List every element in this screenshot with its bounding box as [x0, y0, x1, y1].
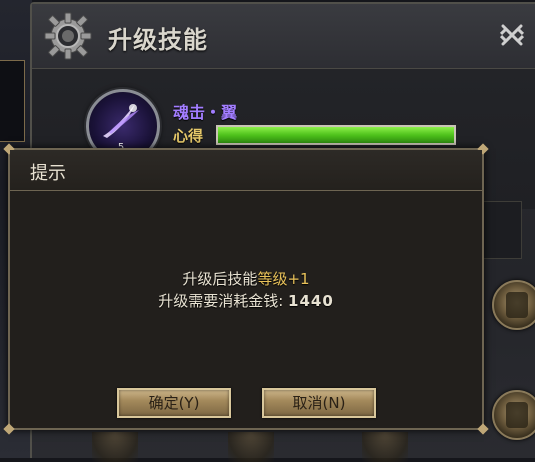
cancel-button[interactable]: 取消(N) — [262, 388, 376, 418]
dialog-message-line1: 升级后技能等级+1 — [10, 268, 482, 289]
gear-icon — [44, 12, 92, 60]
message-line1-prefix: 升级后技能 — [182, 270, 258, 288]
dialog-header: 提示 — [10, 150, 482, 191]
message-level-increase: 等级+1 — [257, 270, 310, 288]
dialog-message-line2: 升级需要消耗金钱: 1440 — [10, 290, 482, 311]
dialog-body: 升级后技能等级+1 升级需要消耗金钱: 1440 — [10, 190, 482, 430]
message-gold-cost: 1440 — [288, 292, 334, 310]
message-line2-prefix: 升级需要消耗金钱: — [158, 292, 289, 310]
xinde-progress-fill — [218, 127, 454, 143]
dialog-title: 提示 — [30, 163, 66, 184]
skill-slot-icon[interactable] — [492, 280, 535, 330]
confirm-button[interactable]: 确定(Y) — [117, 388, 231, 418]
confirm-dialog: 提示 升级后技能等级+1 升级需要消耗金钱: 1440 确定(Y) 取消(N) — [3, 143, 489, 435]
skill-window-title: 升级技能 — [108, 26, 208, 54]
skill-name: 魂击・翼 — [173, 103, 238, 122]
background-left-panel — [0, 60, 25, 142]
close-icon[interactable] — [497, 20, 527, 50]
xinde-label: 心得 — [173, 127, 204, 145]
xinde-progress-bar — [216, 125, 456, 145]
skill-slot-icon[interactable] — [492, 390, 535, 440]
skill-window-header: 升级技能 — [32, 4, 535, 69]
